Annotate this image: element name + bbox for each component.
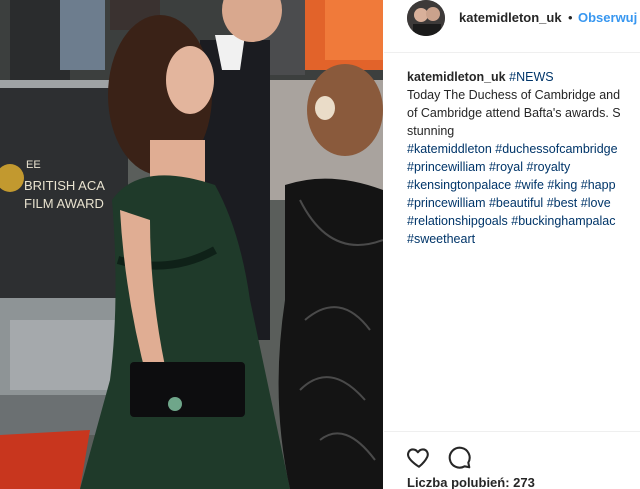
- likes-count[interactable]: Liczba polubień: 273: [407, 475, 535, 489]
- post-photo-image: EE BRITISH ACA FILM AWARD: [0, 0, 383, 489]
- speech-bubble-icon[interactable]: [446, 444, 472, 470]
- header-separator: •: [568, 10, 573, 25]
- hashtag[interactable]: #royal: [489, 160, 523, 174]
- hashtag[interactable]: #duchessofcambridge: [495, 142, 617, 156]
- hashtag[interactable]: #princewilliam: [407, 160, 486, 174]
- banner-text-3: FILM AWARD: [24, 196, 104, 211]
- heart-outline-icon[interactable]: [406, 444, 432, 470]
- hashtag-line: #princewilliam #royal #royalty: [407, 158, 640, 176]
- hashtag-line: #princewilliam #beautiful #best #love: [407, 194, 640, 212]
- hashtag[interactable]: #wife: [515, 178, 544, 192]
- post-photo[interactable]: EE BRITISH ACA FILM AWARD: [0, 0, 383, 489]
- hashtag[interactable]: #love: [581, 196, 611, 210]
- hashtag-line: #relationshipgoals #buckinghampalac: [407, 212, 640, 230]
- post-author-username[interactable]: katemidleton_uk: [459, 10, 562, 25]
- hashtag[interactable]: #NEWS: [509, 70, 553, 84]
- follow-button[interactable]: Obserwuj: [578, 10, 637, 25]
- caption-text-line: of Cambridge attend Bafta's awards. S: [407, 106, 621, 120]
- hashtag[interactable]: #sweetheart: [407, 232, 475, 246]
- caption-text-line: Today The Duchess of Cambridge and: [407, 88, 621, 102]
- banner-text-1: EE: [26, 159, 41, 171]
- caption-text-line: stunning: [407, 124, 455, 138]
- hashtag[interactable]: #katemiddleton: [407, 142, 492, 156]
- hashtag[interactable]: #buckinghampalac: [511, 214, 615, 228]
- banner-text-2: BRITISH ACA: [24, 178, 105, 193]
- hashtag[interactable]: #beautiful: [489, 196, 543, 210]
- post-side-panel: katemidleton_uk • Obserwuj katemidleton_…: [384, 0, 640, 489]
- hashtag[interactable]: #relationshipgoals: [407, 214, 508, 228]
- caption-first-line: katemidleton_uk #NEWS: [407, 68, 640, 86]
- hashtag[interactable]: #king: [547, 178, 577, 192]
- post-caption: katemidleton_uk #NEWS Today The Duchess …: [407, 68, 640, 248]
- hashtag-line: #sweetheart: [407, 230, 640, 248]
- hashtag[interactable]: #best: [547, 196, 578, 210]
- hashtag[interactable]: #royalty: [527, 160, 571, 174]
- post-header: katemidleton_uk • Obserwuj: [384, 0, 640, 53]
- hashtag-line: #katemiddleton #duchessofcambridge: [407, 140, 640, 158]
- hashtag[interactable]: #princewilliam: [407, 196, 486, 210]
- hashtag[interactable]: #happ: [581, 178, 616, 192]
- hashtag[interactable]: #kensingtonpalace: [407, 178, 511, 192]
- hashtag-line: #kensingtonpalace #wife #king #happ: [407, 176, 640, 194]
- caption-username[interactable]: katemidleton_uk: [407, 70, 506, 84]
- avatar[interactable]: [407, 0, 445, 36]
